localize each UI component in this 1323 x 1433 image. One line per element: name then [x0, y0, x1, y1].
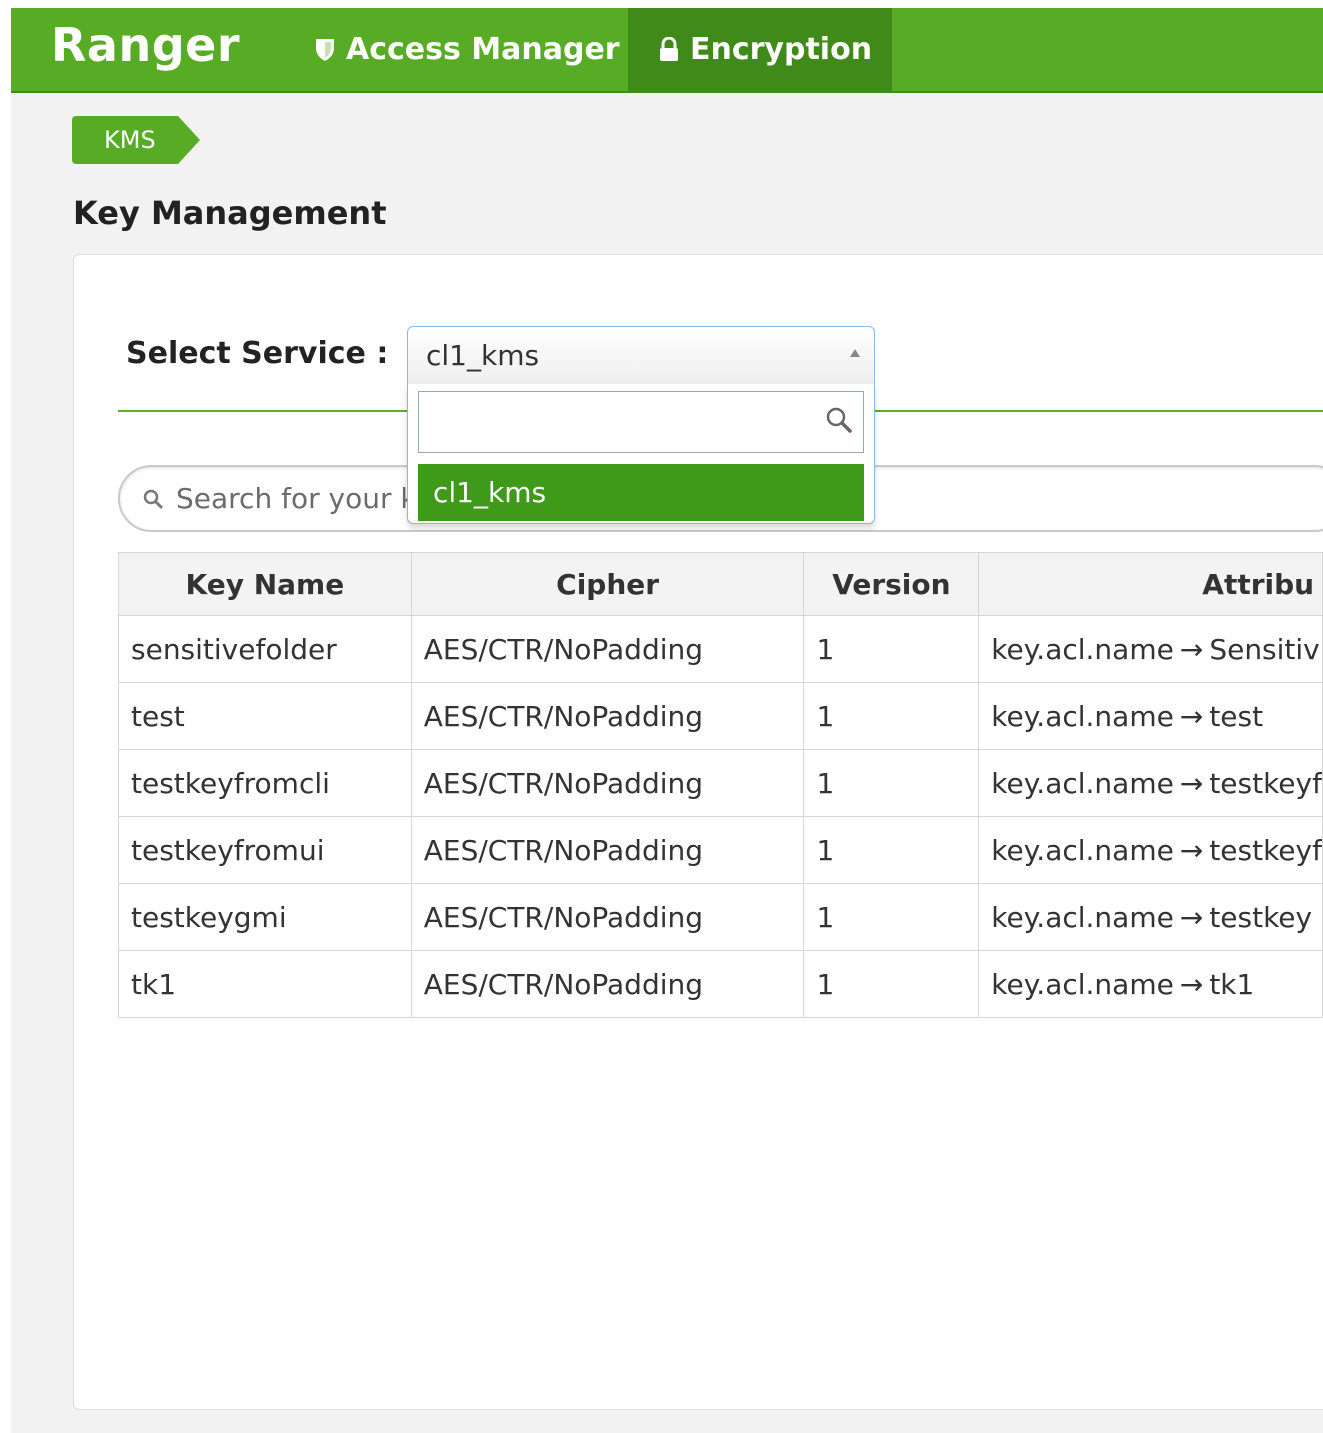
brand-logo[interactable]: Ranger — [51, 18, 240, 72]
nav-access-manager-label: Access Manager — [346, 32, 620, 67]
attr-key: key.acl.name — [991, 967, 1174, 1001]
breadcrumb-arrow — [177, 116, 200, 164]
cell-cipher: AES/CTR/NoPadding — [410, 615, 805, 683]
attr-key: key.acl.name — [991, 699, 1174, 733]
cell-cipher: AES/CTR/NoPadding — [410, 816, 805, 884]
cell-key-name: testkeygmi — [118, 883, 412, 951]
header-attributes[interactable]: Attribu — [978, 552, 1323, 616]
arrow-right-icon: → — [1179, 900, 1204, 934]
nav-encryption-label: Encryption — [690, 32, 873, 67]
page-title: Key Management — [73, 194, 387, 232]
search-icon — [825, 406, 853, 438]
cell-attributes: key.acl.name → testkeyf — [978, 749, 1323, 817]
cell-attributes: key.acl.name → tk1 — [978, 950, 1323, 1018]
service-select[interactable]: cl1_kms — [407, 326, 875, 384]
top-navbar: Ranger Access Manager Encryption — [11, 8, 1323, 93]
attr-value: testkeyf — [1209, 833, 1322, 867]
cell-version: 1 — [803, 950, 980, 1018]
service-dropdown-search-input[interactable] — [418, 391, 864, 453]
cell-key-name: testkeyfromui — [118, 816, 412, 884]
cell-cipher: AES/CTR/NoPadding — [410, 682, 805, 750]
arrow-right-icon: → — [1179, 833, 1204, 867]
cell-key-name: sensitivefolder — [118, 615, 412, 683]
key-search-placeholder: Search for your k — [176, 482, 417, 515]
cell-version: 1 — [803, 749, 980, 817]
attr-key: key.acl.name — [991, 833, 1174, 867]
nav-encryption[interactable]: Encryption — [628, 8, 892, 91]
cell-key-name: test — [118, 682, 412, 750]
left-gutter — [0, 0, 11, 1433]
service-option-cl1-kms[interactable]: cl1_kms — [418, 464, 864, 521]
attr-key: key.acl.name — [991, 900, 1174, 934]
cell-cipher: AES/CTR/NoPadding — [410, 749, 805, 817]
arrow-right-icon: → — [1179, 967, 1204, 1001]
table-row[interactable]: tk1 AES/CTR/NoPadding 1 key.acl.name → tk1 — [118, 950, 1323, 1018]
nav-access-manager[interactable]: Access Manager — [314, 8, 628, 91]
breadcrumb-kms[interactable]: KMS — [72, 116, 200, 164]
header-cipher[interactable]: Cipher — [410, 552, 805, 616]
cell-attributes: key.acl.name → Sensitiv — [978, 615, 1323, 683]
cell-version: 1 — [803, 816, 980, 884]
page: Ranger Access Manager Encryption KMS Key… — [11, 8, 1323, 1433]
cell-attributes: key.acl.name → testkey — [978, 883, 1323, 951]
table-row[interactable]: test AES/CTR/NoPadding 1 key.acl.name → te… — [118, 682, 1323, 750]
service-dropdown: cl1_kms — [407, 384, 875, 524]
cell-cipher: AES/CTR/NoPadding — [410, 950, 805, 1018]
select-service-label: Select Service : — [126, 336, 389, 371]
breadcrumb-label: KMS — [72, 116, 178, 164]
attr-key: key.acl.name — [991, 766, 1174, 800]
attr-value: testkeyf — [1209, 766, 1322, 800]
table-row[interactable]: sensitivefolder AES/CTR/NoPadding 1 key.… — [118, 615, 1323, 683]
header-key-name[interactable]: Key Name — [118, 552, 412, 616]
cell-attributes: key.acl.name → test — [978, 682, 1323, 750]
cell-attributes: key.acl.name → testkeyf — [978, 816, 1323, 884]
table-row[interactable]: testkeyfromcli AES/CTR/NoPadding 1 key.a… — [118, 749, 1323, 817]
shield-icon — [314, 37, 336, 63]
arrow-right-icon: → — [1179, 632, 1204, 666]
keys-table: Key Name Cipher Version Attribu sensitiv… — [118, 552, 1323, 1018]
cell-version: 1 — [803, 883, 980, 951]
arrow-right-icon: → — [1179, 766, 1204, 800]
chevron-up-icon — [850, 349, 860, 357]
table-row[interactable]: testkeyfromui AES/CTR/NoPadding 1 key.ac… — [118, 816, 1323, 884]
cell-key-name: testkeyfromcli — [118, 749, 412, 817]
arrow-right-icon: → — [1179, 699, 1204, 733]
cell-key-name: tk1 — [118, 950, 412, 1018]
header-version[interactable]: Version — [803, 552, 980, 616]
attr-value: testkey — [1209, 900, 1313, 934]
cell-cipher: AES/CTR/NoPadding — [410, 883, 805, 951]
cell-version: 1 — [803, 615, 980, 683]
table-row[interactable]: testkeygmi AES/CTR/NoPadding 1 key.acl.n… — [118, 883, 1323, 951]
table-header-row: Key Name Cipher Version Attribu — [118, 552, 1323, 616]
attr-value: tk1 — [1209, 967, 1255, 1001]
lock-icon — [658, 36, 680, 63]
service-select-value: cl1_kms — [426, 339, 540, 372]
attr-key: key.acl.name — [991, 632, 1174, 666]
search-icon — [142, 488, 164, 510]
attr-value: test — [1209, 699, 1264, 733]
attr-value: Sensitiv — [1209, 632, 1320, 666]
cell-version: 1 — [803, 682, 980, 750]
